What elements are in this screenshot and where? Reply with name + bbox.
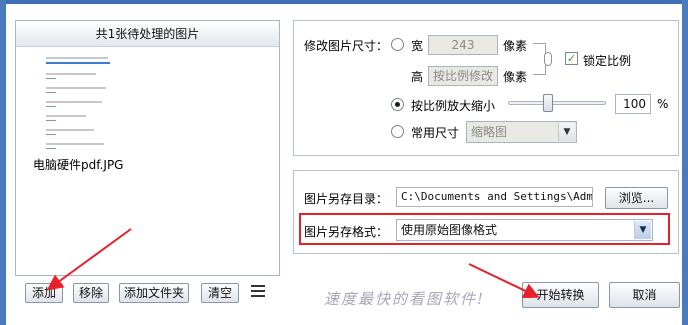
thumb-text-line xyxy=(46,57,108,59)
width-label: 宽 xyxy=(411,39,424,53)
common-size-radio[interactable] xyxy=(391,125,404,138)
width-unit-label: 像素 xyxy=(503,39,528,53)
window-right-border xyxy=(682,0,688,325)
window-left-border xyxy=(0,0,6,325)
image-list-panel: 共1张待处理的图片 电脑硬件pdf.JPG xyxy=(15,20,280,276)
thumb-text-line xyxy=(46,92,56,93)
start-convert-button[interactable]: 开始转换 xyxy=(522,282,599,308)
common-size-value: 缩略图 xyxy=(471,125,508,139)
thumb-text-line xyxy=(46,148,56,149)
slogan-text: 速度最快的看图软件! xyxy=(324,290,486,308)
chevron-down-icon[interactable]: ▼ xyxy=(558,123,575,141)
save-dir-input[interactable]: C:\Documents and Settings\Admini xyxy=(396,187,593,207)
remove-button[interactable]: 移除 xyxy=(73,283,109,303)
lock-ratio-label: 锁定比例 xyxy=(583,54,632,68)
thumb-text-line xyxy=(46,143,104,145)
thumb-text-line xyxy=(46,62,110,64)
save-format-label: 图片另存格式： xyxy=(304,225,389,239)
width-input[interactable]: 243 xyxy=(428,35,498,55)
thumb-text-line xyxy=(46,134,56,135)
clear-button[interactable]: 清空 xyxy=(201,283,239,303)
scale-input[interactable]: 100 xyxy=(615,94,651,114)
list-view-icon[interactable] xyxy=(251,285,265,297)
save-format-value: 使用原始图像格式 xyxy=(401,223,498,237)
height-label: 高 xyxy=(411,70,424,84)
thumb-text-line xyxy=(46,120,56,121)
window-top-border xyxy=(0,0,688,4)
add-button[interactable]: 添加 xyxy=(25,283,63,303)
height-unit-label: 像素 xyxy=(503,70,528,84)
thumb-text-line xyxy=(46,115,86,117)
thumb-text-line xyxy=(46,78,56,79)
save-format-select[interactable]: 使用原始图像格式 ▼ xyxy=(396,219,653,241)
scale-label: 按比例放大缩小 xyxy=(411,99,496,113)
scale-unit-label: % xyxy=(657,97,669,111)
image-count-header: 共1张待处理的图片 xyxy=(16,21,279,47)
save-dir-label: 图片另存目录： xyxy=(304,192,389,206)
lock-ratio-checkbox[interactable]: ✓ xyxy=(565,52,578,65)
common-size-select[interactable]: 缩略图 ▼ xyxy=(466,121,577,143)
thumb-text-line xyxy=(46,129,94,131)
chevron-down-icon[interactable]: ▼ xyxy=(634,221,651,239)
cancel-button[interactable]: 取消 xyxy=(609,282,680,308)
scale-slider-track[interactable] xyxy=(508,101,606,105)
browse-button[interactable]: 浏览... xyxy=(605,187,668,209)
scale-slider-thumb[interactable] xyxy=(543,94,554,112)
resize-label: 修改图片尺寸： xyxy=(304,39,389,53)
thumbnail-caption: 电脑硬件pdf.JPG xyxy=(33,158,124,172)
thumb-text-line xyxy=(46,101,102,103)
chain-link-icon xyxy=(544,52,552,66)
thumb-text-line xyxy=(46,73,96,75)
add-folder-button[interactable]: 添加文件夹 xyxy=(119,283,189,303)
scale-radio[interactable] xyxy=(391,98,404,111)
height-input[interactable]: 按比例修改 xyxy=(428,66,498,86)
thumb-text-line xyxy=(46,106,56,107)
common-size-label: 常用尺寸 xyxy=(411,126,460,140)
image-thumbnail[interactable] xyxy=(42,51,132,171)
thumb-text-line xyxy=(46,87,106,89)
custom-size-radio[interactable] xyxy=(391,38,404,51)
